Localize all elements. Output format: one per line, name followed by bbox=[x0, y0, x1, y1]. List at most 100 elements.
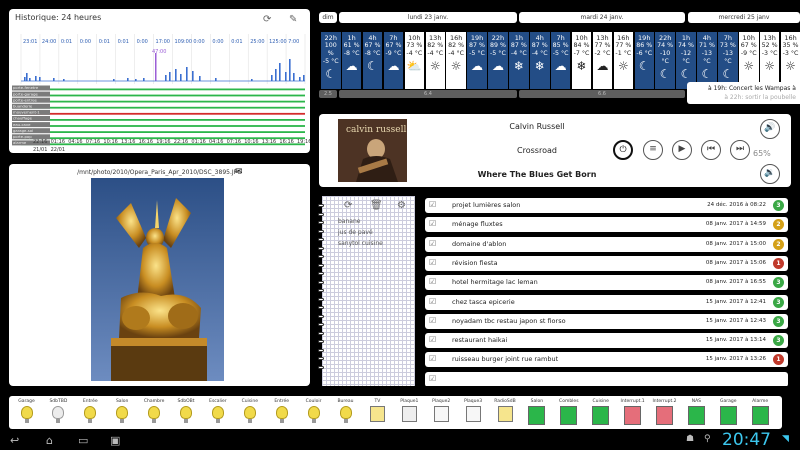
checkbox-icon[interactable]: ☑ bbox=[429, 316, 436, 325]
device-toggle[interactable]: Cuisine bbox=[587, 399, 614, 427]
todo-row[interactable]: ☑ noyadam tbc restau japon st fiorso 15 ja… bbox=[425, 313, 788, 329]
todo-date: 15 janv. 2017 à 13:14 bbox=[705, 337, 766, 344]
forecast-column[interactable]: 1h 61 % -8 °C ☁ bbox=[341, 32, 362, 89]
forecast-column[interactable]: 22h 74 % -10 °C ☾ bbox=[655, 32, 675, 89]
volume-down-button[interactable]: 🔉 bbox=[760, 164, 780, 184]
forecast-column[interactable]: 7h 67 % -9 °C ☁ bbox=[383, 32, 404, 89]
forecast-column[interactable]: 10h 73 % -4 °C ⛅ bbox=[404, 32, 425, 89]
device-toggle[interactable]: Chambre bbox=[141, 399, 168, 427]
device-toggle[interactable]: Salon bbox=[109, 399, 136, 427]
device-toggle[interactable]: NAS bbox=[683, 399, 710, 427]
playlist-button[interactable]: ≡ bbox=[643, 140, 663, 160]
forecast-column[interactable]: 4h 87 % -4 °C ❄ bbox=[530, 32, 550, 89]
device-toggle[interactable]: Couloir bbox=[300, 399, 327, 427]
forecast-column[interactable]: 4h 67 % -8 °C ☾ bbox=[362, 32, 383, 89]
checkbox-icon[interactable]: ☑ bbox=[429, 239, 436, 248]
device-toggle[interactable]: RadioSdB bbox=[492, 399, 519, 427]
volume-up-button[interactable]: 🔊 bbox=[760, 119, 780, 139]
note-item[interactable]: banane bbox=[338, 218, 360, 225]
todo-row[interactable]: ☑ projet lumières salon 24 déc. 2016 à 08:… bbox=[425, 198, 788, 213]
history-time-label: 10:16 bbox=[103, 139, 117, 145]
forecast-column[interactable]: 16h 77 % -1 °C ☼ bbox=[613, 32, 634, 89]
device-bar: Garage SdbTBD Entrée Salon Chambre SdbOBt Esca… bbox=[9, 396, 782, 429]
checkbox-icon[interactable]: ☑ bbox=[429, 335, 436, 344]
note-item[interactable]: jus de pavé bbox=[338, 229, 373, 236]
todo-row[interactable]: ☑ chez tasca epicerie 15 janv. 2017 à 12:4… bbox=[425, 294, 788, 310]
forecast-column[interactable]: 13h 82 % -4 °C ☼ bbox=[425, 32, 445, 89]
device-label: Salon bbox=[115, 399, 129, 404]
checkbox-icon[interactable]: ☑ bbox=[429, 200, 436, 209]
device-toggle[interactable]: Plaque1 bbox=[396, 399, 423, 427]
device-toggle[interactable]: TV bbox=[364, 399, 391, 427]
todo-row[interactable]: ☑ bbox=[425, 371, 788, 386]
device-toggle[interactable]: Salon bbox=[523, 399, 550, 427]
device-toggle[interactable]: Interrupt.1 bbox=[619, 399, 646, 427]
todo-task: hotel hermitage lac leman bbox=[452, 278, 538, 287]
history-title: Historique: 24 heures bbox=[15, 13, 102, 22]
home-icon[interactable]: ⌂ bbox=[46, 434, 53, 447]
forecast-column[interactable]: 1h 74 % -12 °C ☾ bbox=[676, 32, 696, 89]
spiral-ring bbox=[318, 255, 324, 258]
device-toggle[interactable]: Cuisine bbox=[236, 399, 263, 427]
spiral-ring bbox=[318, 246, 324, 250]
forecast-column[interactable]: 7h 73 % -13 °C ☾ bbox=[718, 32, 738, 89]
forecast-column[interactable]: 7h 85 % -5 °C ☁ bbox=[550, 32, 571, 89]
play-button[interactable]: ▶ bbox=[672, 140, 692, 160]
device-toggle[interactable]: Bureau bbox=[332, 399, 359, 427]
forecast-column[interactable]: 4h 71 % -13 °C ☾ bbox=[697, 32, 717, 89]
note-item[interactable]: sanytol cuisine bbox=[338, 240, 383, 247]
forecast-column[interactable]: 13h 52 % -3 °C ☼ bbox=[759, 32, 780, 89]
device-toggle[interactable]: Escalier bbox=[204, 399, 231, 427]
todo-row[interactable]: ☑ ruisseau burger joint rue rambut 15 janv… bbox=[425, 352, 788, 368]
forecast-column[interactable]: 16h 82 % -4 °C ☼ bbox=[446, 32, 466, 89]
device-toggle[interactable]: SdbTBD bbox=[45, 399, 72, 427]
next-button[interactable]: ⏭ bbox=[730, 140, 750, 160]
forecast-column[interactable]: 22h 89 % -5 °C ☁ bbox=[488, 32, 508, 89]
forecast-column[interactable]: 19h 86 % -6 °C ☾ bbox=[634, 32, 654, 89]
trash-icon[interactable]: 🗑 bbox=[370, 200, 383, 211]
todo-row[interactable]: ☑ ménage fluxtes 08 janv. 2017 à 14:59 2 bbox=[425, 217, 788, 233]
device-toggle[interactable]: Entrée bbox=[77, 399, 104, 427]
checkbox-icon[interactable]: ☑ bbox=[429, 258, 436, 267]
todo-row[interactable]: ☑ hotel hermitage lac leman 08 janv. 2017 … bbox=[425, 275, 788, 291]
forecast-column[interactable]: 16h 35 % -3 °C ☼ bbox=[780, 32, 800, 89]
todo-row[interactable]: ☑ domaine d'ablon 08 janv. 2017 à 15:00 2 bbox=[425, 236, 788, 252]
refresh-icon[interactable]: ⟳ bbox=[344, 200, 352, 211]
checkbox-icon[interactable]: ☑ bbox=[429, 374, 436, 383]
device-toggle[interactable]: SdbOBt bbox=[173, 399, 200, 427]
device-toggle[interactable]: Plaque3 bbox=[460, 399, 487, 427]
todo-row[interactable]: ☑ restaurant haikai 15 janv. 2017 à 13:14 3 bbox=[425, 333, 788, 349]
refresh-icon[interactable]: ⟳ bbox=[263, 14, 271, 25]
forecast-column[interactable]: 13h 77 % -2 °C ☁ bbox=[592, 32, 613, 89]
device-toggle[interactable]: Alarme bbox=[747, 399, 774, 427]
device-toggle[interactable]: Garage bbox=[715, 399, 742, 427]
back-icon[interactable]: ↩ bbox=[10, 434, 19, 447]
todo-row[interactable]: ☑ révision fiesta 08 janv. 2017 à 15:06 1 bbox=[425, 255, 788, 271]
mail-icon[interactable]: ✉ bbox=[235, 167, 243, 177]
broom-icon[interactable]: ✎ bbox=[289, 14, 297, 25]
history-bar bbox=[180, 74, 182, 81]
checkbox-icon[interactable]: ☑ bbox=[429, 297, 436, 306]
power-button[interactable]: ⏻ bbox=[613, 140, 633, 160]
device-toggle[interactable]: Plaque2 bbox=[428, 399, 455, 427]
device-toggle[interactable]: Entrée bbox=[268, 399, 295, 427]
settings-icon[interactable]: ⚙ bbox=[397, 200, 406, 211]
checkbox-icon[interactable]: ☑ bbox=[429, 277, 436, 286]
device-toggle[interactable]: Combles bbox=[555, 399, 582, 427]
forecast-column[interactable]: 19h 87 % -5 °C ☁ bbox=[467, 32, 487, 89]
history-value: 7:00 bbox=[288, 39, 299, 45]
priority-badge: 3 bbox=[773, 296, 784, 308]
previous-button[interactable]: ⏮ bbox=[701, 140, 721, 160]
checkbox-icon[interactable]: ☑ bbox=[429, 354, 436, 363]
agenda-events[interactable]: à 19h: Concert les Wampas à à 22h: sorti… bbox=[687, 82, 800, 104]
forecast-column[interactable]: 10h 84 % -7 °C ❄ bbox=[571, 32, 592, 89]
recent-apps-icon[interactable]: ▭ bbox=[78, 434, 88, 447]
history-track-label: porte-entree bbox=[13, 97, 38, 102]
forecast-column[interactable]: 10h 67 % -9 °C ☼ bbox=[739, 32, 759, 89]
screenshot-icon[interactable]: ▣ bbox=[110, 434, 120, 447]
forecast-column[interactable]: 1h 87 % -4 °C ❄ bbox=[509, 32, 529, 89]
device-toggle[interactable]: Garage bbox=[13, 399, 40, 427]
device-toggle[interactable]: Interrupt.2 bbox=[651, 399, 678, 427]
checkbox-icon[interactable]: ☑ bbox=[429, 219, 436, 228]
forecast-column[interactable]: 22h 100 % -5 °C ☾ bbox=[321, 32, 341, 89]
